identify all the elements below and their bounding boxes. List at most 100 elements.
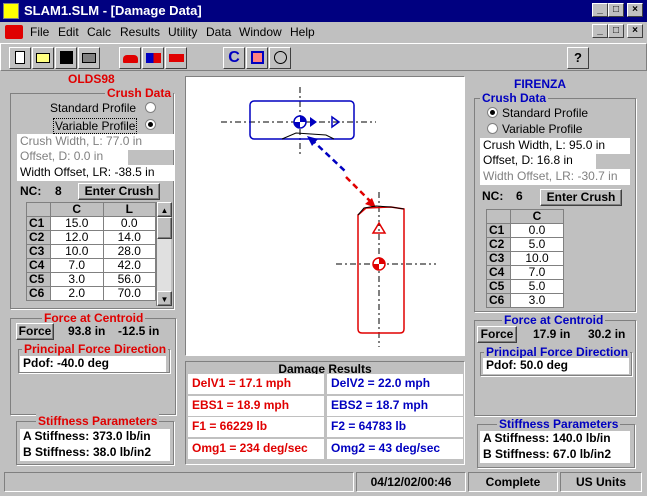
col-header-c: C: [50, 202, 104, 217]
scroll-up-button[interactable]: ▲: [157, 202, 172, 217]
child-restore-button[interactable]: □: [608, 24, 624, 38]
tree-icon: [273, 51, 287, 64]
vehicle1-a-stiffness: A Stiffness: 373.0 lb/in: [20, 429, 170, 445]
collision-button[interactable]: [142, 47, 164, 69]
print-button[interactable]: [78, 47, 100, 69]
table-row[interactable]: C1 0.0: [486, 223, 564, 238]
vehicle2-offset: Offset, D: 16.8 in: [480, 153, 596, 169]
vehicle2-variable-profile-radio[interactable]: [487, 123, 498, 134]
menu-calc[interactable]: Calc: [87, 25, 111, 39]
vehicle2-crush-title: Crush Data: [480, 91, 549, 105]
vehicle2-force-arrow: [307, 136, 347, 173]
table-row[interactable]: C4 7.0 42.0: [26, 258, 156, 273]
vehicle1-force-button[interactable]: Force: [16, 323, 54, 340]
vehicle1-force-x: 93.8 in: [68, 324, 106, 338]
impact-button[interactable]: [165, 47, 187, 69]
save-button[interactable]: [55, 47, 77, 69]
vehicle1-crush-width: Crush Width, L: 77.0 in: [17, 134, 174, 150]
help-button[interactable]: ?: [567, 47, 589, 69]
vehicle1-standard-profile-radio[interactable]: [145, 102, 156, 113]
f2-value: F2 = 64783 lb: [327, 417, 463, 437]
vehicle2-standard-profile-radio[interactable]: [487, 107, 498, 118]
table-row[interactable]: C1 15.0 0.0: [26, 216, 156, 231]
vehicle2-pdof: Pdof: 50.0 deg: [483, 358, 629, 374]
vehicle1-stiffness-title: Stiffness Parameters: [36, 414, 160, 428]
car-icon: [122, 55, 138, 63]
table-row[interactable]: C6 2.0 70.0: [26, 286, 156, 301]
vehicle2-force-button[interactable]: Force: [477, 326, 517, 343]
table-row[interactable]: C6 3.0: [486, 293, 564, 308]
vehicle1-table-scrollbar[interactable]: ▲ ▼: [156, 202, 172, 306]
delv2-value: DelV2 = 22.0 mph: [327, 374, 463, 394]
scroll-down-button[interactable]: ▼: [157, 291, 172, 306]
vehicle2-standard-profile-label[interactable]: Standard Profile: [502, 106, 588, 120]
status-datetime: 04/12/02/00:46: [356, 472, 466, 492]
menu-edit[interactable]: Edit: [58, 25, 79, 39]
table-row[interactable]: C5 5.0: [486, 279, 564, 294]
omg2-value: Omg2 = 43 deg/sec: [327, 439, 463, 459]
menu-utility[interactable]: Utility: [168, 25, 197, 39]
app-icon[interactable]: [3, 3, 19, 19]
vehicle1-pdof-title: Principal Force Direction: [22, 342, 169, 356]
child-minimize-button[interactable]: _: [592, 24, 608, 38]
vehicle1-crush-table: CL C1 15.0 0.0 C2 12.0 14.0 C3 10.0 28.0 C4 7.0…: [26, 202, 172, 306]
scroll-thumb[interactable]: [157, 217, 172, 239]
vehicle1-outline: [336, 192, 436, 347]
menu-results[interactable]: Results: [120, 25, 160, 39]
damage-results-panel: Damage Results DelV1 = 17.1 mph DelV2 = …: [185, 361, 465, 465]
vehicle1-pdof: Pdof: -40.0 deg: [20, 356, 166, 372]
col-header-c: C: [510, 209, 564, 224]
vehicle1-force-arrow: [345, 176, 376, 208]
new-file-button[interactable]: [9, 47, 31, 69]
crush-button[interactable]: C: [223, 47, 245, 69]
title-bar: SLAM1.SLM - [Damage Data] _ □ ×: [0, 0, 647, 22]
vehicle1-variable-profile-radio[interactable]: [145, 119, 156, 130]
ebs1-value: EBS1 = 18.9 mph: [188, 396, 324, 416]
vehicle1-variable-profile-label[interactable]: Variable Profile: [53, 118, 138, 134]
vehicle2-a-stiffness: A Stiffness: 140.0 lb/in: [480, 431, 630, 447]
toolbar: C ?: [0, 43, 647, 71]
menu-bar: File Edit Calc Results Utility Data Wind…: [0, 22, 647, 42]
minimize-button[interactable]: _: [592, 3, 608, 17]
grid-button[interactable]: [246, 47, 268, 69]
child-close-button[interactable]: ×: [627, 24, 643, 38]
f1-value: F1 = 66229 lb: [188, 417, 324, 437]
vehicle2-variable-profile-label[interactable]: Variable Profile: [502, 122, 582, 136]
vehicle2-crush-table: C C1 0.0 C2 5.0 C3 10.0 C4 7.0 C5 5.0 C6 3.0: [486, 209, 576, 311]
vehicle2-nc-label: NC:: [482, 189, 504, 203]
new-file-icon: [15, 51, 25, 64]
menu-window[interactable]: Window: [239, 25, 282, 39]
vehicle1-name: OLDS98: [68, 72, 115, 86]
collision-icon: [145, 53, 161, 63]
vehicle1-b-stiffness: B Stiffness: 38.0 lb/in2: [20, 445, 170, 461]
vehicle1-offset: Offset, D: 0.0 in: [17, 149, 128, 165]
table-row[interactable]: C2 5.0: [486, 237, 564, 252]
table-row[interactable]: C4 7.0: [486, 265, 564, 280]
menu-file[interactable]: File: [30, 25, 49, 39]
maximize-button[interactable]: □: [608, 3, 624, 17]
vehicle1-width-offset: Width Offset, LR: -38.5 in: [17, 165, 174, 181]
ebs2-value: EBS2 = 18.7 mph: [327, 396, 463, 416]
table-row[interactable]: C3 10.0 28.0: [26, 244, 156, 259]
vehicle2-crush-width: Crush Width, L: 95.0 in: [480, 138, 630, 154]
table-row[interactable]: C3 10.0: [486, 251, 564, 266]
tree-button[interactable]: [269, 47, 291, 69]
vehicle1-force-title: Force at Centroid: [42, 311, 146, 325]
vehicle2-force-x: 17.9 in: [533, 327, 571, 341]
vehicle1-enter-crush-button[interactable]: Enter Crush: [78, 183, 160, 200]
vehicle1-crush-title: Crush Data: [105, 86, 174, 100]
table-row[interactable]: C5 3.0 56.0: [26, 272, 156, 287]
omg1-value: Omg1 = 234 deg/sec: [188, 439, 324, 459]
vehicle-button[interactable]: [119, 47, 141, 69]
vehicle2-enter-crush-button[interactable]: Enter Crush: [540, 189, 622, 206]
impact-icon: [168, 54, 184, 62]
document-icon[interactable]: [5, 25, 23, 39]
vehicle1-nc-label: NC:: [20, 184, 42, 198]
open-file-button[interactable]: [32, 47, 54, 69]
vehicle1-standard-profile-label[interactable]: Standard Profile: [50, 101, 136, 115]
vehicle-diagram-canvas[interactable]: [185, 76, 465, 356]
table-row[interactable]: C2 12.0 14.0: [26, 230, 156, 245]
menu-data[interactable]: Data: [206, 25, 231, 39]
close-button[interactable]: ×: [627, 3, 643, 17]
menu-help[interactable]: Help: [290, 25, 315, 39]
